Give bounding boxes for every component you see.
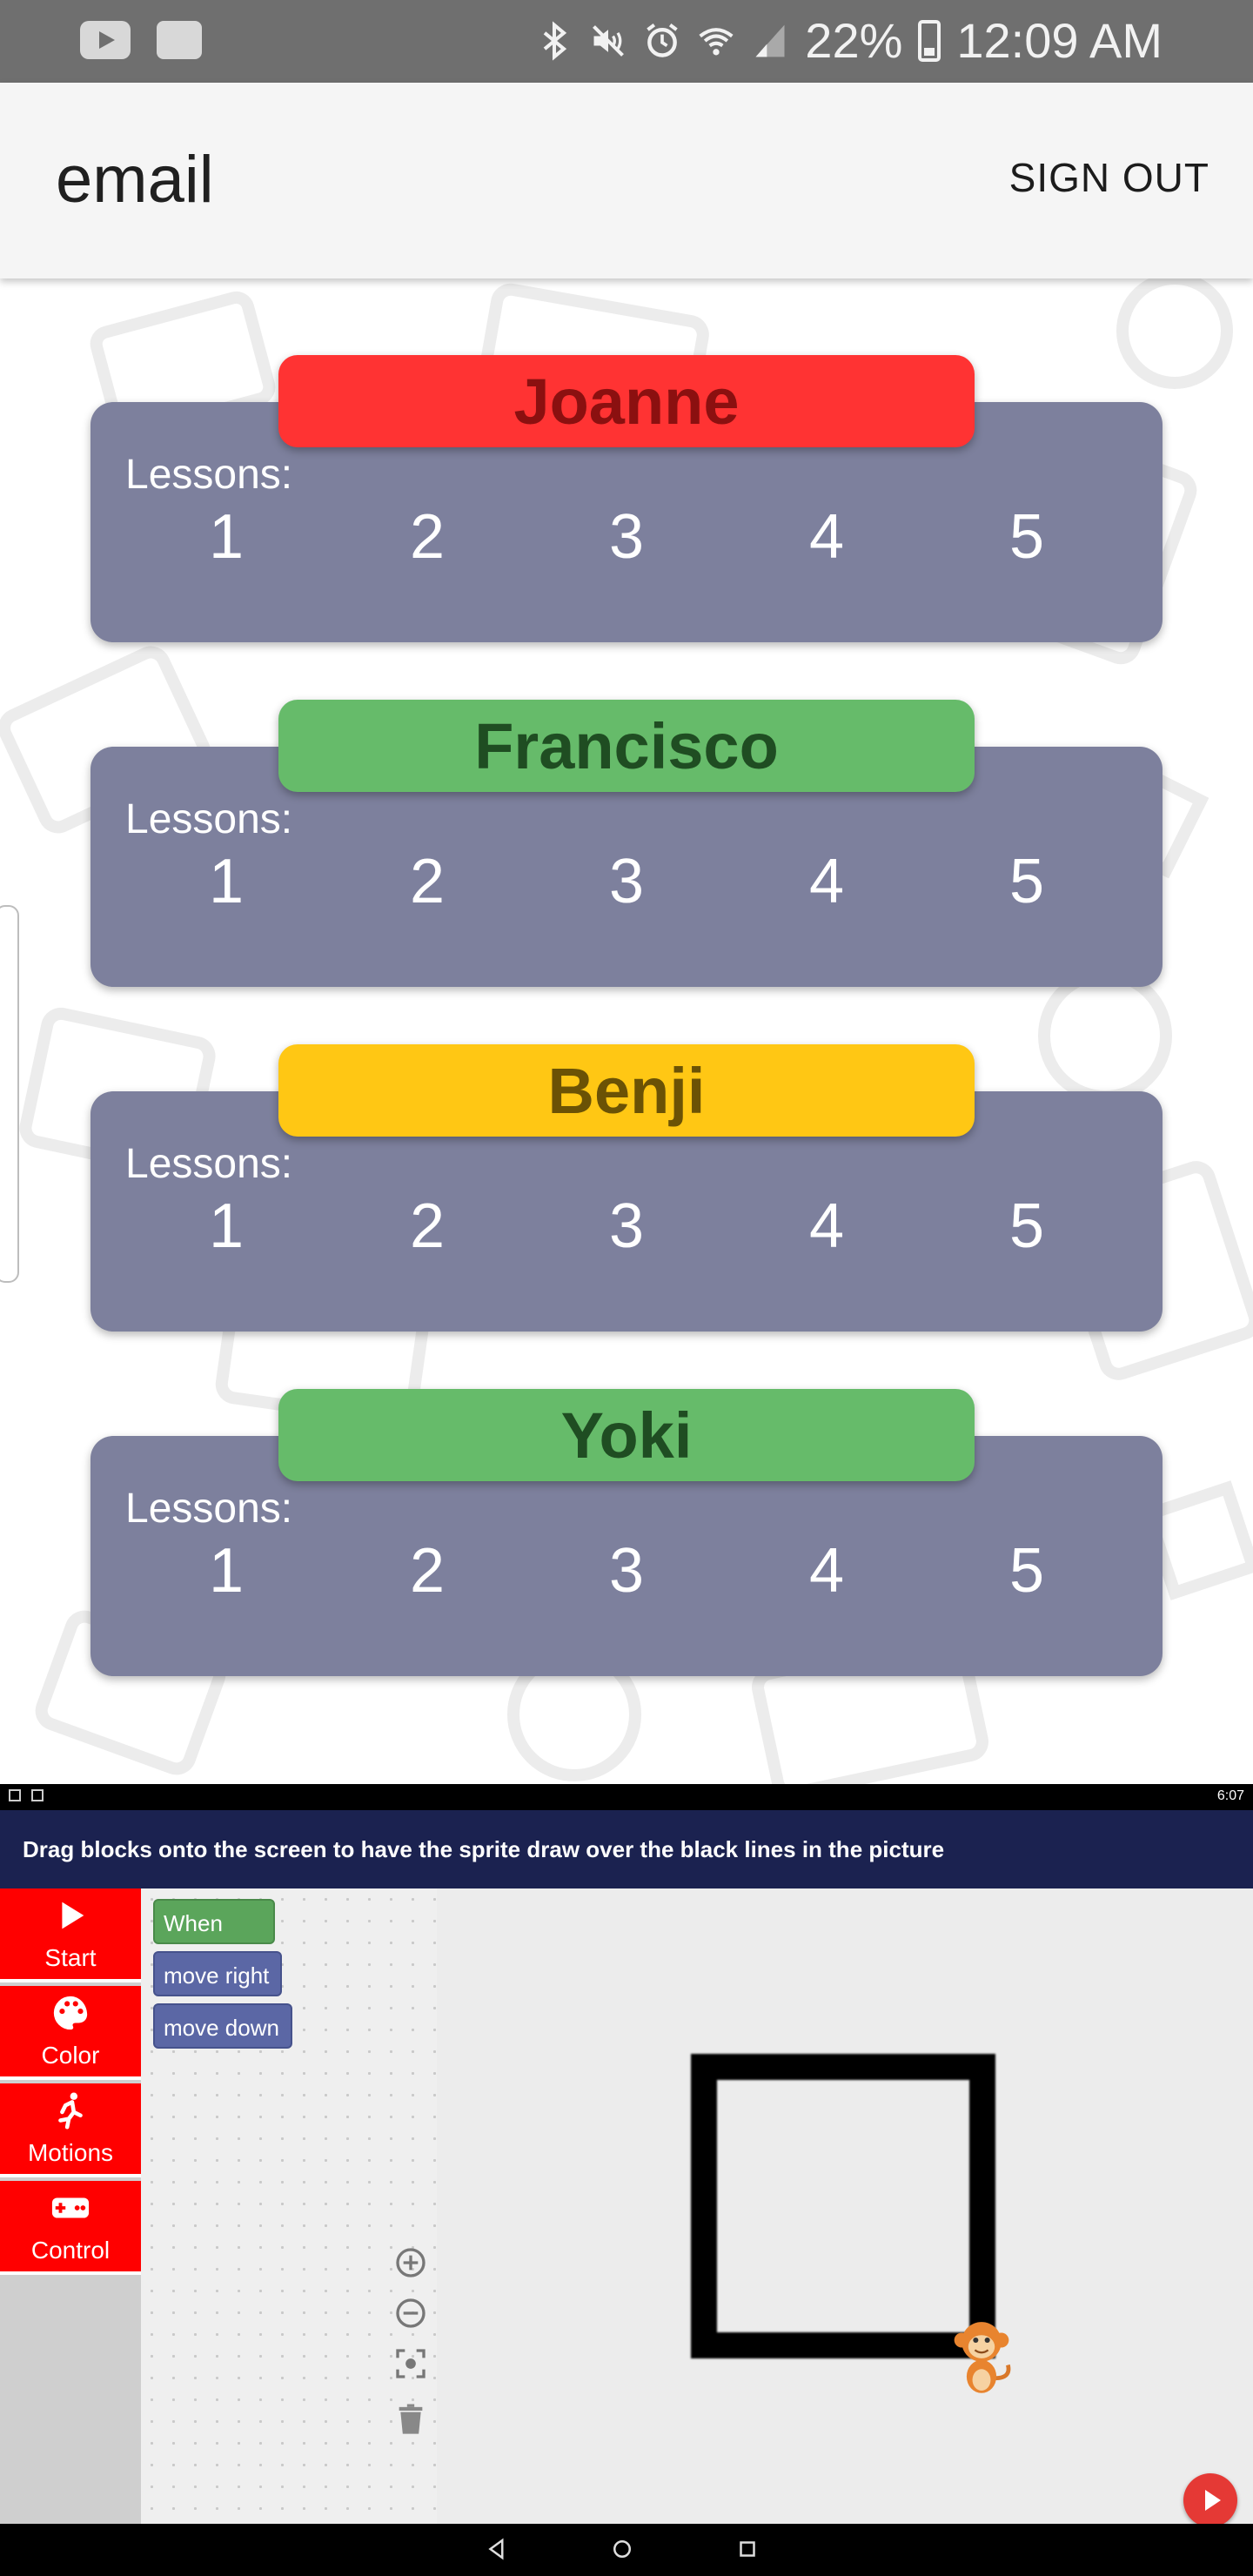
- lesson-link[interactable]: 3: [574, 1535, 679, 1607]
- battery-icon: [918, 19, 941, 62]
- embedded-clock: 6:07: [1216, 1788, 1244, 1803]
- zoom-in-icon[interactable]: [393, 2245, 428, 2280]
- drawing-stage: [437, 1888, 1253, 2567]
- wifi-icon: [699, 27, 734, 55]
- category-label: Start: [44, 1944, 97, 1971]
- battery-percentage: 22%: [805, 13, 903, 68]
- sign-out-button[interactable]: SIGN OUT: [1009, 154, 1209, 201]
- lesson-link[interactable]: 5: [975, 1191, 1079, 1262]
- when-run-block[interactable]: When Run: [153, 1899, 275, 1982]
- lesson-link[interactable]: 1: [174, 1535, 278, 1607]
- student-list[interactable]: Joanne Lessons: 1 2 3 4 5 Francisco Less…: [0, 278, 1253, 1784]
- student-name[interactable]: Joanne: [278, 355, 975, 447]
- clock: 12:09 AM: [956, 13, 1163, 68]
- target-square-outline: [691, 2054, 995, 2358]
- student-name[interactable]: Benji: [278, 1044, 975, 1137]
- image-icon: [31, 1789, 44, 1801]
- lesson-link[interactable]: 1: [174, 1191, 278, 1262]
- play-icon: [62, 1902, 84, 1929]
- instruction-text: Drag blocks onto the screen to have the …: [23, 1836, 945, 1862]
- lesson-link[interactable]: 5: [975, 501, 1079, 573]
- lesson-link[interactable]: 2: [375, 501, 479, 573]
- app-notification-icon: [157, 21, 202, 59]
- lesson-app-screenshot: 6:07 Drag blocks onto the screen to have…: [0, 1784, 1253, 2576]
- notification-icon: [9, 1789, 21, 1801]
- status-bar: 22% 12:09 AM: [0, 0, 1253, 83]
- lesson-link[interactable]: 2: [375, 1191, 479, 1262]
- lessons-label: Lessons:: [125, 452, 293, 498]
- lessons-label: Lessons:: [125, 1486, 293, 1532]
- zoom-out-icon[interactable]: [393, 2296, 428, 2331]
- mute-icon: [593, 24, 625, 57]
- bluetooth-icon: [544, 20, 567, 61]
- back-icon[interactable]: [484, 2536, 510, 2562]
- gamepad-icon: [51, 2197, 90, 2218]
- instruction-banner: Drag blocks onto the screen to have the …: [0, 1810, 1253, 1888]
- lessons-label: Lessons:: [125, 1141, 293, 1187]
- lesson-link[interactable]: 5: [975, 846, 1079, 917]
- lesson-link[interactable]: 5: [975, 1535, 1079, 1607]
- lesson-link[interactable]: 1: [174, 501, 278, 573]
- lesson-link[interactable]: 1: [174, 846, 278, 917]
- lesson-link[interactable]: 3: [574, 501, 679, 573]
- student-name[interactable]: Yoki: [278, 1389, 975, 1481]
- home-icon[interactable]: [609, 2536, 635, 2562]
- category-label: Color: [41, 2042, 100, 2069]
- category-label: Control: [30, 2237, 111, 2264]
- student-name[interactable]: Francisco: [278, 700, 975, 792]
- page-title: email: [56, 143, 214, 217]
- recenter-icon[interactable]: [393, 2346, 428, 2381]
- lesson-link[interactable]: 4: [774, 1535, 879, 1607]
- block-category-toolbox: Start Color Motions Control: [0, 1888, 141, 2567]
- lesson-link[interactable]: 4: [774, 1191, 879, 1262]
- category-label: Motions: [27, 2139, 114, 2166]
- youtube-notification-icon: [80, 21, 131, 59]
- lessons-label: Lessons:: [125, 796, 293, 842]
- lesson-link[interactable]: 4: [774, 846, 879, 917]
- system-navigation-bar: [0, 2524, 1253, 2576]
- app-bar: email SIGN OUT: [0, 83, 1253, 278]
- trash-icon[interactable]: [393, 2402, 428, 2437]
- lesson-link[interactable]: 2: [375, 1535, 479, 1607]
- run-button[interactable]: [1183, 2473, 1237, 2527]
- running-person-icon: [58, 2092, 83, 2130]
- category-control[interactable]: Control: [0, 2181, 141, 2275]
- lesson-link[interactable]: 4: [774, 501, 879, 573]
- embedded-status-bar: 6:07: [0, 1784, 1253, 1810]
- move-right-block[interactable]: move right: [153, 1951, 282, 1996]
- category-motions[interactable]: Motions: [0, 2083, 141, 2177]
- signal-icon: [755, 24, 785, 57]
- lesson-link[interactable]: 3: [574, 1191, 679, 1262]
- alarm-icon: [647, 23, 679, 57]
- category-start[interactable]: Start: [0, 1888, 141, 1982]
- side-drawer-handle[interactable]: [0, 905, 19, 1283]
- move-down-block[interactable]: move down: [153, 2003, 292, 2049]
- block-workspace[interactable]: When Run move right move down: [141, 1888, 437, 2567]
- recents-icon[interactable]: [734, 2536, 761, 2562]
- lesson-link[interactable]: 2: [375, 846, 479, 917]
- lesson-link[interactable]: 3: [574, 846, 679, 917]
- monkey-sprite-icon[interactable]: [948, 2315, 1015, 2398]
- palette-icon: [53, 1996, 88, 2030]
- category-color[interactable]: Color: [0, 1986, 141, 2080]
